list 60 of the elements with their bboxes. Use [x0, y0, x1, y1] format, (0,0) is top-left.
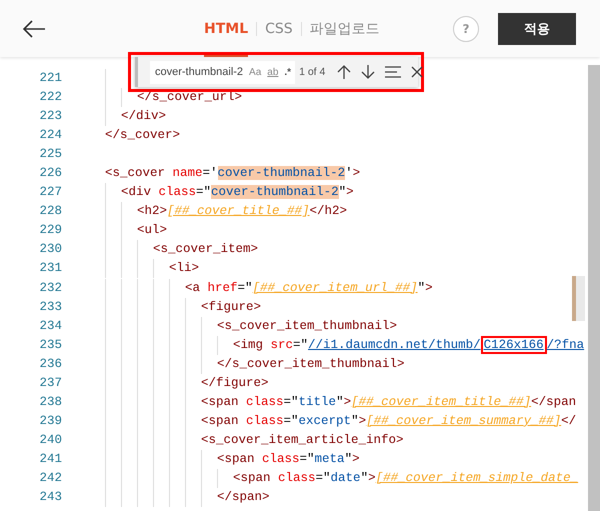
code-line: <figure> [201, 298, 262, 316]
code-line: </figure> [201, 374, 269, 392]
help-button[interactable]: ? [453, 16, 479, 42]
line-number: 235 [38, 336, 62, 354]
line-number: 222 [38, 89, 62, 106]
line-number: 240 [38, 432, 62, 449]
code-line: <s_cover_item_article_info> [201, 432, 404, 449]
code-line: <a href="[##_cover_item_url_##]"> [185, 280, 433, 297]
code-line: <s_cover_item_thumbnail> [217, 318, 398, 335]
line-number: 228 [38, 203, 62, 220]
code-line: <li> [169, 260, 200, 278]
lines-icon[interactable] [385, 66, 402, 78]
search-option-toggle[interactable]: .* [284, 66, 292, 78]
code-line: </div> [121, 108, 166, 126]
code-line: <span class="excerpt">[##_cover_item_summary_##]</ [201, 412, 576, 430]
arrow-down-icon[interactable] [361, 64, 376, 80]
search-option-toggle[interactable]: ab [267, 66, 278, 78]
code-line: <ul> [137, 222, 168, 240]
code-line: <h2>[##_cover_title_##]</h2> [137, 203, 348, 220]
line-number: 239 [38, 412, 62, 430]
code-line: </s_cover_url> [137, 89, 242, 106]
line-number: 226 [38, 165, 62, 182]
line-number: 230 [38, 241, 62, 258]
code-line: <span class="meta"> [217, 450, 360, 468]
code-line: </s_cover> [105, 127, 180, 144]
match-count: 1 of 4 [299, 66, 326, 78]
line-number: 238 [38, 394, 62, 411]
line-number: 234 [38, 318, 62, 335]
back-arrow-icon[interactable] [22, 20, 46, 38]
line-number: 236 [38, 356, 62, 373]
line-number: 233 [38, 298, 62, 316]
tab[interactable]: 파일업로드 [310, 0, 380, 57]
line-number: 223 [38, 108, 62, 126]
code-line: <span class="title">[##_cover_item_title_##]</span [201, 394, 576, 411]
search-field[interactable]: cover-thumbnail-2 Aa ab .* [150, 60, 296, 84]
code-line: <s_cover name='cover-thumbnail-2'> [105, 165, 360, 182]
line-number: 242 [38, 470, 62, 487]
line-number: 225 [38, 146, 62, 164]
line-number: 237 [38, 374, 62, 392]
code-line: <img src="//i1.daumcdn.net/thumb/ C126x166 /?fna [233, 336, 584, 355]
code-line: </s_cover_item_thumbnail> [217, 356, 405, 373]
line-number: 227 [38, 184, 62, 202]
code-line: </span> [217, 489, 270, 506]
close-icon[interactable] [411, 66, 424, 78]
code-line: <span class="date">[##_cover_item_simple_date_ [233, 470, 578, 487]
search-option-toggle[interactable]: Aa [249, 66, 262, 78]
code-line: <s_cover_item> [153, 241, 258, 258]
line-number: 232 [38, 280, 62, 297]
scrollbar[interactable] [588, 65, 600, 511]
line-number: 224 [38, 127, 62, 144]
tab[interactable]: CSS [265, 0, 293, 57]
line-number: 221 [38, 70, 62, 87]
line-number: 229 [38, 222, 62, 240]
code-line: <div class="cover-thumbnail-2"> [121, 184, 354, 202]
line-number: 241 [38, 450, 62, 468]
line-number: 231 [38, 260, 62, 278]
line-number: 243 [38, 489, 62, 506]
arrow-up-icon[interactable] [337, 64, 352, 80]
apply-button[interactable]: 적용 [498, 12, 576, 44]
scroll-marker [572, 276, 585, 321]
